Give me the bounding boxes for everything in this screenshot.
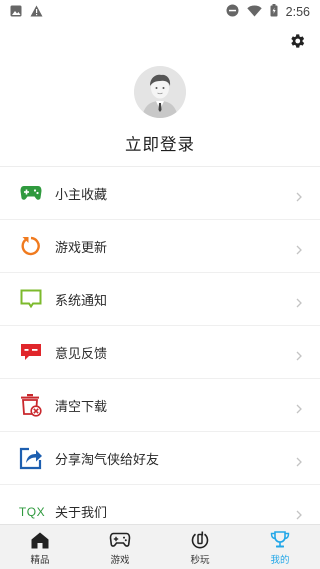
tqx-logo-icon: TQX: [18, 504, 46, 519]
menu-item-label: 关于我们: [55, 506, 108, 521]
gamepad-icon: [19, 181, 43, 205]
chevron-right-icon: [296, 346, 302, 365]
status-bar: 2:56: [0, 0, 320, 24]
menu-item-clear-downloads[interactable]: 清空下载: [0, 379, 320, 432]
menu-item-favorites[interactable]: 小主收藏: [0, 167, 320, 220]
battery-icon: [270, 4, 278, 20]
menu-item-label: 清空下载: [55, 399, 108, 415]
chevron-right-icon: [296, 187, 302, 206]
tab-quick-play[interactable]: 秒玩: [160, 525, 240, 569]
menu-item-notifications[interactable]: 系统通知: [0, 273, 320, 326]
share-icon: [19, 446, 43, 470]
trash-icon: [19, 393, 43, 417]
menu-item-label: 小主收藏: [55, 187, 108, 203]
settings-button[interactable]: [286, 32, 308, 54]
trophy-icon: [270, 530, 290, 550]
gamepad-icon: [109, 530, 131, 550]
tab-mine[interactable]: 我的: [240, 525, 320, 569]
status-time: 2:56: [285, 5, 310, 19]
quick-play-icon: [191, 530, 209, 550]
tab-featured[interactable]: 精品: [0, 525, 80, 569]
tab-label: 精品: [30, 555, 50, 566]
menu-item-share[interactable]: 分享淘气侠给好友: [0, 432, 320, 485]
dnd-icon: [226, 4, 239, 20]
gear-icon: [288, 32, 306, 54]
refresh-icon: [19, 234, 43, 258]
menu-item-game-updates[interactable]: 游戏更新: [0, 220, 320, 273]
menu-item-label: 分享淘气侠给好友: [55, 452, 160, 468]
chevron-right-icon: [296, 399, 302, 418]
warning-icon: [30, 5, 43, 20]
image-icon: [10, 5, 22, 20]
menu-item-label: 游戏更新: [55, 240, 108, 256]
chat-icon: [19, 287, 43, 311]
menu-item-label: 系统通知: [55, 293, 108, 309]
tab-games[interactable]: 游戏: [80, 525, 160, 569]
tab-label: 游戏: [110, 555, 130, 566]
chevron-right-icon: [296, 452, 302, 471]
chevron-right-icon: [296, 240, 302, 259]
screen: 2:56 立即登录 小主收藏 游戏更新 系统通知 意见反馈 清空下载 分享淘气侠…: [0, 0, 320, 569]
chevron-right-icon: [296, 293, 302, 312]
tab-label: 我的: [270, 555, 290, 566]
menu-item-feedback[interactable]: 意见反馈: [0, 326, 320, 379]
wifi-icon: [246, 5, 262, 20]
menu-list: 小主收藏 游戏更新 系统通知 意见反馈 清空下载 分享淘气侠给好友 TQX 关于…: [0, 167, 320, 538]
avatar[interactable]: [134, 66, 186, 118]
tab-label: 秒玩: [190, 555, 210, 566]
login-button[interactable]: 立即登录: [0, 131, 320, 155]
feedback-icon: [19, 340, 43, 364]
menu-item-label: 意见反馈: [55, 346, 108, 362]
bottom-nav: 精品 游戏 秒玩 我的: [0, 524, 320, 569]
home-icon: [31, 530, 49, 550]
chevron-right-icon: [296, 505, 302, 524]
